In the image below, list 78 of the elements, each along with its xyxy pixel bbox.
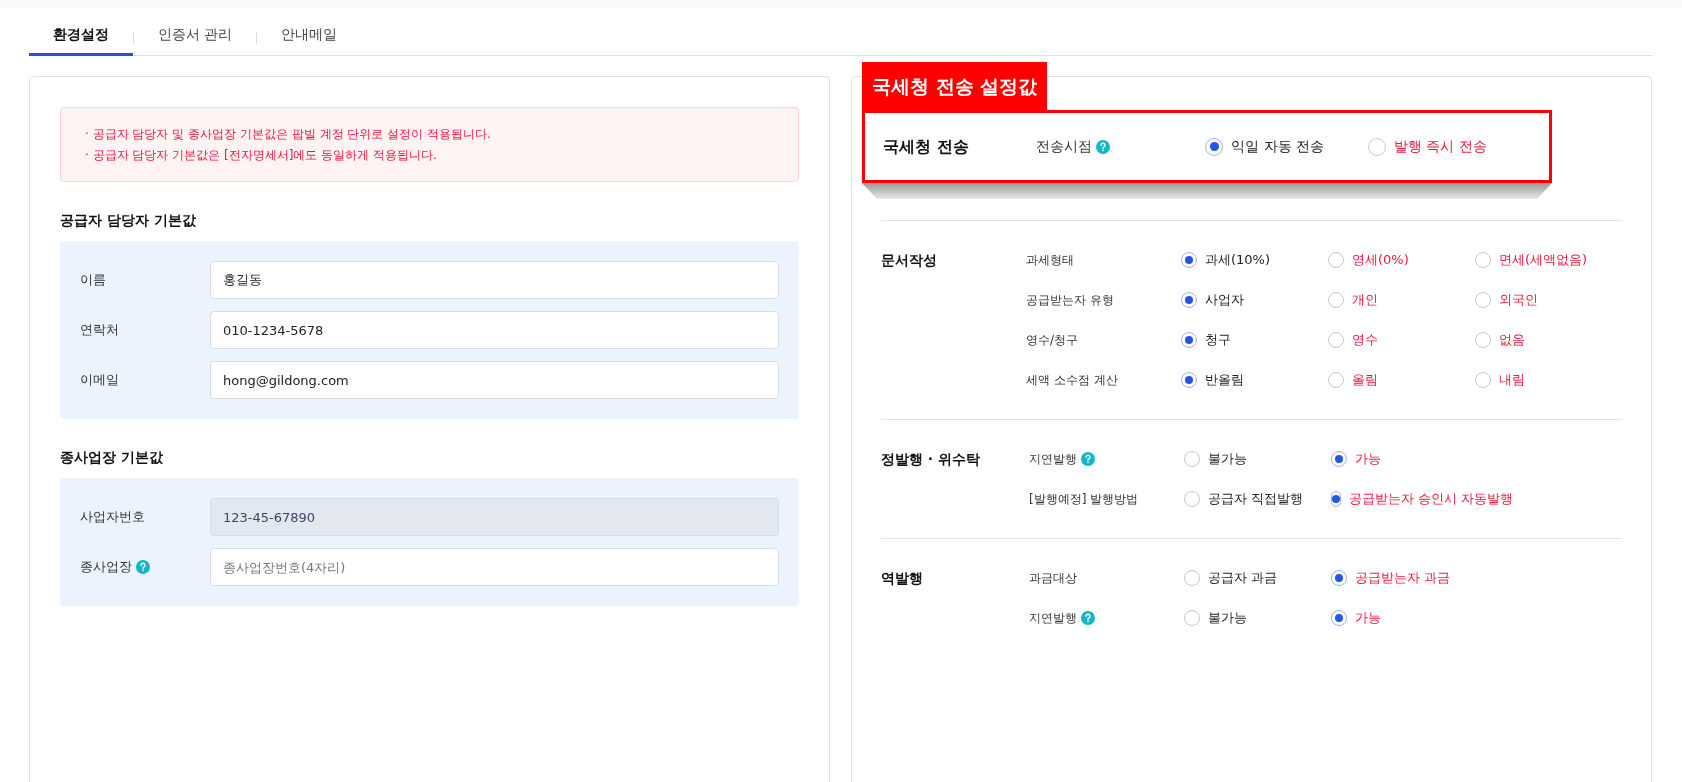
notice-text: · 공급자 담당자 및 종사업장 기본값은 팝빌 계정 단위로 설정이 적용됩니다. <box>85 126 492 143</box>
group-title: 문서작성 <box>881 252 937 268</box>
group-title: 정발행 · 위수탁 <box>881 451 981 467</box>
option-label[interactable]: 없음 <box>1499 330 1525 350</box>
radio-button[interactable] <box>1475 332 1491 348</box>
tab[interactable]: 안내메일 <box>257 20 362 56</box>
help-icon[interactable] <box>1081 611 1095 625</box>
radio-button[interactable] <box>1475 252 1491 268</box>
field-label: 이메일 <box>80 371 119 390</box>
option-label[interactable]: 청구 <box>1205 330 1231 350</box>
notice-text: · 공급자 담당자 기본값은 [전자명세서]에도 동일하게 적용됩니다. <box>85 147 438 164</box>
radio-button[interactable] <box>1184 610 1200 626</box>
radio-button[interactable] <box>1181 292 1197 308</box>
option-label[interactable]: 공급받는자 과금 <box>1355 568 1451 588</box>
option-label[interactable]: 익일 자동 전송 <box>1231 136 1324 157</box>
option-label[interactable]: 개인 <box>1352 290 1378 310</box>
option-label[interactable]: 사업자 <box>1205 290 1244 310</box>
radio-button[interactable] <box>1368 137 1387 156</box>
option-label[interactable]: 공급자 과금 <box>1208 568 1278 588</box>
section-title: 공급자 담당자 기본값 <box>60 211 197 230</box>
field-label: 사업자번호 <box>80 508 145 527</box>
option-label[interactable]: 공급받는자 승인시 자동발행 <box>1349 489 1514 509</box>
input-field[interactable]: 종사업장번호(4자리) <box>210 548 779 586</box>
section-title: 종사업장 기본값 <box>60 448 164 467</box>
field-label: 연락처 <box>80 321 119 340</box>
radio-button[interactable] <box>1184 491 1200 507</box>
radio-button[interactable] <box>1475 292 1491 308</box>
option-label[interactable]: 반올림 <box>1205 370 1244 390</box>
tab[interactable]: 환경설정 <box>29 20 133 56</box>
radio-button[interactable] <box>1331 451 1347 467</box>
option-label[interactable]: 불가능 <box>1208 449 1247 469</box>
option-label[interactable]: 불가능 <box>1208 608 1247 628</box>
setting-label: 전송시점 <box>1036 137 1093 156</box>
radio-button[interactable] <box>1475 372 1491 388</box>
radio-button[interactable] <box>1331 570 1347 586</box>
setting-label: 과세형태 <box>1026 252 1074 269</box>
radio-button[interactable] <box>1328 332 1344 348</box>
setting-label: 영수/청구 <box>1026 332 1079 349</box>
radio-button[interactable] <box>1184 570 1200 586</box>
input-field[interactable]: 홍길동 <box>210 261 779 299</box>
option-label[interactable]: 영수 <box>1352 330 1378 350</box>
option-label[interactable]: 영세(0%) <box>1352 250 1409 270</box>
radio-button[interactable] <box>1328 292 1344 308</box>
setting-label: 지연발행 <box>1029 451 1077 468</box>
radio-button[interactable] <box>1181 372 1197 388</box>
input-field[interactable]: 010-1234-5678 <box>210 311 779 349</box>
tab[interactable]: 인증서 관리 <box>134 20 257 56</box>
radio-button[interactable] <box>1184 451 1200 467</box>
setting-label: 과금대상 <box>1029 570 1077 587</box>
radio-button[interactable] <box>1331 491 1341 507</box>
radio-button[interactable] <box>1205 137 1224 156</box>
help-icon[interactable] <box>1081 452 1095 466</box>
radio-button[interactable] <box>1328 372 1344 388</box>
help-icon[interactable] <box>136 560 150 574</box>
input-field[interactable]: hong@gildong.com <box>210 361 779 399</box>
radio-button[interactable] <box>1328 252 1344 268</box>
option-label[interactable]: 발행 즉시 전송 <box>1394 136 1487 157</box>
option-label[interactable]: 올림 <box>1352 370 1378 390</box>
group-title: 국세청 전송 <box>883 135 970 158</box>
radio-button[interactable] <box>1331 610 1347 626</box>
field-label: 이름 <box>80 271 106 290</box>
option-label[interactable]: 과세(10%) <box>1205 250 1271 270</box>
option-label[interactable]: 가능 <box>1355 608 1381 628</box>
option-label[interactable]: 면세(세액없음) <box>1499 250 1588 270</box>
field-label: 종사업장 <box>80 558 132 577</box>
setting-label: 세액 소수점 계산 <box>1026 372 1118 389</box>
callout-tag: 국세청 전송 설정값 <box>862 62 1048 110</box>
radio-button[interactable] <box>1181 252 1197 268</box>
help-icon[interactable] <box>1096 139 1111 154</box>
option-label[interactable]: 외국인 <box>1499 290 1538 310</box>
option-label[interactable]: 가능 <box>1355 449 1381 469</box>
option-label[interactable]: 내림 <box>1499 370 1525 390</box>
group-title: 역발행 <box>881 570 923 586</box>
setting-label: [발행예정] 발행방법 <box>1029 491 1139 508</box>
setting-label: 공급받는자 유형 <box>1026 292 1114 309</box>
radio-button[interactable] <box>1181 332 1197 348</box>
setting-label: 지연발행 <box>1029 610 1077 627</box>
option-label[interactable]: 공급자 직접발행 <box>1208 489 1304 509</box>
